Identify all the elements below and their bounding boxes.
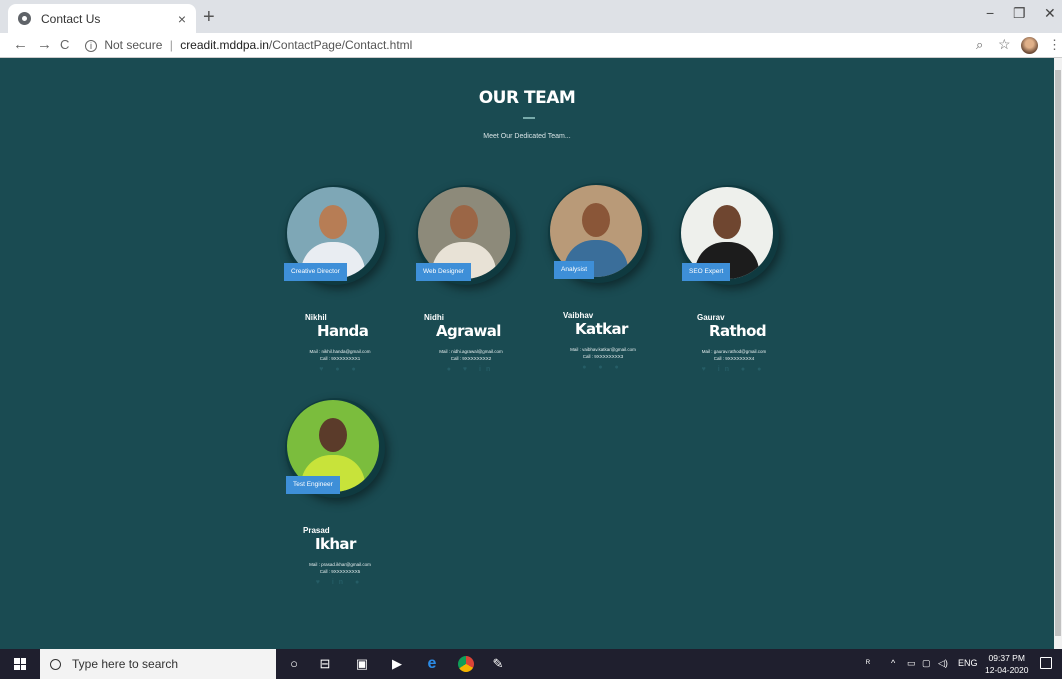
search-icon bbox=[50, 658, 61, 670]
team-member-card: Analysist Vaibhav Katkar Mail : vaibhav.… bbox=[548, 183, 658, 413]
member-first-name: Nikhil bbox=[305, 313, 327, 322]
member-mail[interactable]: Mail : nikhil.handa@gmail.com bbox=[285, 348, 395, 355]
profile-avatar[interactable] bbox=[1021, 37, 1038, 54]
member-phone: Call : 9XXXXXXXX1 bbox=[319, 356, 361, 361]
search-placeholder: Type here to search bbox=[72, 657, 179, 671]
team-member-card: Test Engineer Prasad Ikhar Mail : prasad… bbox=[285, 398, 395, 628]
windows-taskbar: Type here to search ○ ⊟ ▣ ▶ e ✎ ᴿ ^ ▭ ▢ … bbox=[0, 649, 1062, 679]
url-host: creadit.mddpa.in bbox=[180, 38, 269, 52]
photo-face bbox=[713, 205, 741, 239]
member-social-icons[interactable]: ♥ ● ● bbox=[285, 366, 395, 373]
zoom-icon[interactable]: ⌕ bbox=[976, 37, 983, 53]
back-button[interactable]: ← bbox=[13, 36, 28, 53]
team-member-card: Web Designer Nidhi Agrawal Mail : nidhi.… bbox=[416, 185, 526, 415]
windows-start-icon[interactable] bbox=[14, 658, 26, 670]
member-social-icons[interactable]: ♥ in ● ● bbox=[679, 366, 789, 373]
url-path: /ContactPage/Contact.html bbox=[268, 38, 413, 52]
member-phone: Call : 9XXXXXXXX3 bbox=[582, 354, 624, 359]
member-mail[interactable]: Mail : vaibhav.katkar@gmail.com bbox=[548, 346, 658, 353]
member-role-badge: Creative Director bbox=[284, 263, 347, 281]
clock-date: 12-04-2020 bbox=[985, 665, 1029, 675]
photo-face bbox=[319, 205, 347, 239]
not-secure-label: Not secure bbox=[104, 38, 163, 52]
photo-face bbox=[582, 203, 610, 237]
forward-button[interactable]: → bbox=[37, 36, 52, 53]
member-first-name: Vaibhav bbox=[563, 311, 594, 320]
member-role-badge: Analysist bbox=[554, 261, 595, 279]
cortana-icon[interactable]: ○ bbox=[286, 656, 302, 672]
menu-icon[interactable]: ⋮ bbox=[1048, 37, 1061, 53]
team-member-card: Creative Director Nikhil Handa Mail : ni… bbox=[284, 185, 395, 415]
member-social-icons[interactable]: ● ♥ in bbox=[416, 366, 526, 373]
people-icon[interactable]: ᴿ bbox=[866, 658, 870, 668]
member-role-badge: Web Designer bbox=[416, 263, 472, 281]
store-icon[interactable]: ▣ bbox=[354, 656, 370, 672]
member-social-icons[interactable]: ● ● ● bbox=[548, 364, 658, 371]
browser-tab-bar: Contact Us × + − ❐ ✕ bbox=[0, 0, 1062, 33]
globe-icon bbox=[18, 12, 31, 25]
member-phone: Call : 9XXXXXXXX5 bbox=[319, 569, 361, 574]
member-last-name: Katkar bbox=[575, 320, 628, 338]
member-contact: Mail : prasad.ikhar@gmail.com Call : 9XX… bbox=[285, 561, 395, 575]
network-icon[interactable]: ▢ bbox=[922, 658, 931, 669]
title-divider bbox=[523, 117, 535, 119]
notification-icon[interactable] bbox=[1040, 657, 1052, 669]
restore-button[interactable]: ❐ bbox=[1013, 5, 1026, 22]
scrollbar-thumb[interactable] bbox=[1055, 70, 1061, 636]
member-role-badge: SEO Expert bbox=[682, 263, 731, 281]
browser-tab[interactable]: Contact Us × bbox=[8, 4, 196, 33]
clock-time: 09:37 PM bbox=[988, 653, 1025, 663]
window-close-button[interactable]: ✕ bbox=[1044, 5, 1056, 22]
taskbar-search[interactable]: Type here to search bbox=[40, 649, 276, 679]
language-indicator[interactable]: ENG bbox=[958, 658, 978, 668]
media-icon[interactable]: ▶ bbox=[389, 656, 405, 672]
member-role-badge: Test Engineer bbox=[286, 476, 340, 494]
member-mail[interactable]: Mail : prasad.ikhar@gmail.com bbox=[285, 561, 395, 568]
page-title: OUR TEAM bbox=[478, 88, 576, 108]
url-field[interactable]: i Not secure | creadit.mddpa.in/ContactP… bbox=[85, 38, 412, 52]
tray-expand-icon[interactable]: ^ bbox=[891, 658, 895, 668]
edge-icon[interactable]: e bbox=[424, 656, 440, 672]
photo-face bbox=[319, 418, 347, 452]
member-social-icons[interactable]: ♥ in ● bbox=[285, 579, 395, 586]
reload-button[interactable]: C bbox=[60, 37, 69, 52]
volume-icon[interactable]: ◁) bbox=[938, 658, 948, 669]
member-last-name: Ikhar bbox=[315, 535, 356, 553]
member-mail[interactable]: Mail : gaurav.rathod@gmail.com bbox=[679, 348, 789, 355]
member-first-name: Prasad bbox=[303, 526, 330, 535]
team-member-card: SEO Expert Gaurav Rathod Mail : gaurav.r… bbox=[679, 185, 789, 415]
member-contact: Mail : nidhi.agrawal@gmail.com Call : 9X… bbox=[416, 348, 526, 362]
bookmark-star-icon[interactable]: ☆ bbox=[998, 36, 1011, 53]
page-content: OUR TEAM Meet Our Dedicated Team... Crea… bbox=[0, 58, 1054, 649]
member-last-name: Rathod bbox=[709, 322, 767, 340]
page-subtitle: Meet Our Dedicated Team... bbox=[483, 133, 571, 140]
tab-close-button[interactable]: × bbox=[178, 11, 186, 27]
member-phone: Call : 9XXXXXXXX4 bbox=[713, 356, 755, 361]
info-icon[interactable]: i bbox=[85, 40, 97, 52]
battery-icon[interactable]: ▭ bbox=[907, 658, 916, 669]
member-contact: Mail : gaurav.rathod@gmail.com Call : 9X… bbox=[679, 348, 789, 362]
paint-icon[interactable]: ✎ bbox=[490, 656, 506, 672]
member-first-name: Nidhi bbox=[424, 313, 444, 322]
tab-title: Contact Us bbox=[41, 11, 101, 26]
chrome-icon[interactable] bbox=[458, 656, 474, 672]
vertical-scrollbar[interactable] bbox=[1054, 58, 1062, 649]
member-first-name: Gaurav bbox=[697, 313, 725, 322]
address-bar: ← → C i Not secure | creadit.mddpa.in/Co… bbox=[0, 33, 1062, 58]
task-view-icon[interactable]: ⊟ bbox=[317, 656, 333, 672]
member-contact: Mail : vaibhav.katkar@gmail.com Call : 9… bbox=[548, 346, 658, 360]
member-mail[interactable]: Mail : nidhi.agrawal@gmail.com bbox=[416, 348, 526, 355]
minimize-button[interactable]: − bbox=[986, 5, 994, 21]
member-contact: Mail : nikhil.handa@gmail.com Call : 9XX… bbox=[285, 348, 395, 362]
member-last-name: Handa bbox=[317, 322, 369, 340]
member-phone: Call : 9XXXXXXXX2 bbox=[450, 356, 492, 361]
photo-face bbox=[450, 205, 478, 239]
taskbar-clock[interactable]: 09:37 PM 12-04-2020 bbox=[985, 652, 1028, 676]
new-tab-button[interactable]: + bbox=[203, 6, 215, 29]
member-last-name: Agrawal bbox=[436, 322, 501, 340]
